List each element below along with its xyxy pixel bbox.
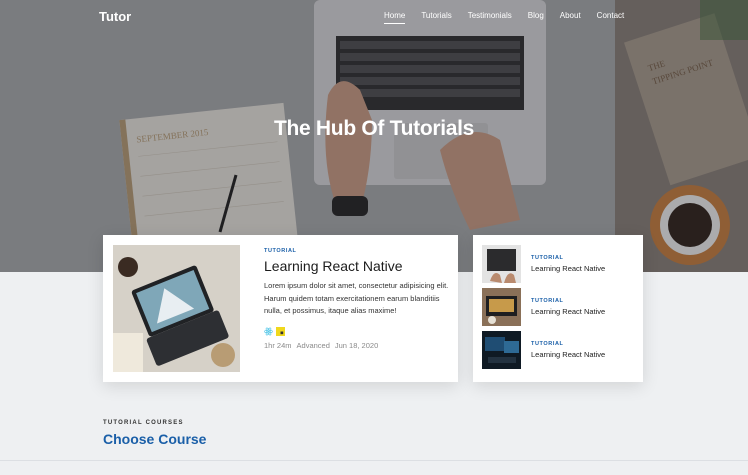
nav-testimonials[interactable]: Testimonials xyxy=(468,11,512,24)
featured-level: Advanced xyxy=(296,340,330,350)
hero-title-mid: Of xyxy=(355,117,390,140)
main-nav: Home Tutorials Testimonials Blog About C… xyxy=(384,11,640,24)
featured-tutorial-card[interactable]: TUTORIAL Learning React Native Lorem ips… xyxy=(103,235,458,382)
list-item-title[interactable]: Learning React Native xyxy=(531,264,605,273)
featured-meta: 1hr 24m Advanced Jun 18, 2020 xyxy=(264,341,454,350)
featured-thumbnail[interactable] xyxy=(113,245,240,372)
list-item-thumbnail xyxy=(482,288,521,326)
hero-title-pre: The xyxy=(273,117,316,140)
list-item-title[interactable]: Learning React Native xyxy=(531,307,605,316)
hero-title-bold-2: Tutorials xyxy=(389,117,475,140)
featured-body: TUTORIAL Learning React Native Lorem ips… xyxy=(264,248,454,350)
list-item-text: TUTORIAL Learning React Native xyxy=(531,341,605,359)
list-item-text: TUTORIAL Learning React Native xyxy=(531,298,605,316)
featured-title[interactable]: Learning React Native xyxy=(264,258,454,274)
list-item[interactable]: TUTORIAL Learning React Native xyxy=(482,331,637,369)
list-item-title[interactable]: Learning React Native xyxy=(531,350,605,359)
list-item-tag: TUTORIAL xyxy=(531,255,564,261)
list-item[interactable]: TUTORIAL Learning React Native xyxy=(482,288,637,326)
tutorial-list-card: TUTORIAL Learning React Native TUTORIAL … xyxy=(473,235,643,382)
section-divider xyxy=(0,460,748,461)
list-item[interactable]: TUTORIAL Learning React Native xyxy=(482,245,637,283)
tech-icons xyxy=(264,326,454,336)
hero-title: The Hub Of Tutorials xyxy=(0,117,748,141)
list-item-thumbnail xyxy=(482,331,521,369)
nav-about[interactable]: About xyxy=(560,11,581,24)
javascript-icon xyxy=(276,326,285,336)
nav-home[interactable]: Home xyxy=(384,11,406,24)
featured-tag: TUTORIAL xyxy=(264,248,297,254)
laptop-photo xyxy=(113,245,240,372)
list-item-text: TUTORIAL Learning React Native xyxy=(531,255,605,273)
featured-duration: 1hr 24m xyxy=(264,340,292,350)
list-item-thumbnail xyxy=(482,245,521,283)
list-item-tag: TUTORIAL xyxy=(531,298,564,304)
nav-blog[interactable]: Blog xyxy=(528,11,544,24)
courses-title: Choose Course xyxy=(103,431,207,447)
featured-description: Lorem ipsum dolor sit amet, consectetur … xyxy=(264,281,449,315)
brand-logo[interactable]: Tutor xyxy=(99,9,131,24)
featured-date: Jun 18, 2020 xyxy=(334,340,379,350)
hero-title-bold-1: Hub xyxy=(315,117,356,140)
react-icon xyxy=(264,327,273,335)
courses-section: TUTORIAL COURSES Choose Course xyxy=(103,420,206,447)
nav-tutorials[interactable]: Tutorials xyxy=(421,11,451,24)
list-item-tag: TUTORIAL xyxy=(531,341,564,347)
nav-contact[interactable]: Contact xyxy=(597,11,625,24)
hero-section: SEPTEMBER 2015 THE TIPPING xyxy=(0,0,748,272)
courses-kicker: TUTORIAL COURSES xyxy=(103,420,184,426)
